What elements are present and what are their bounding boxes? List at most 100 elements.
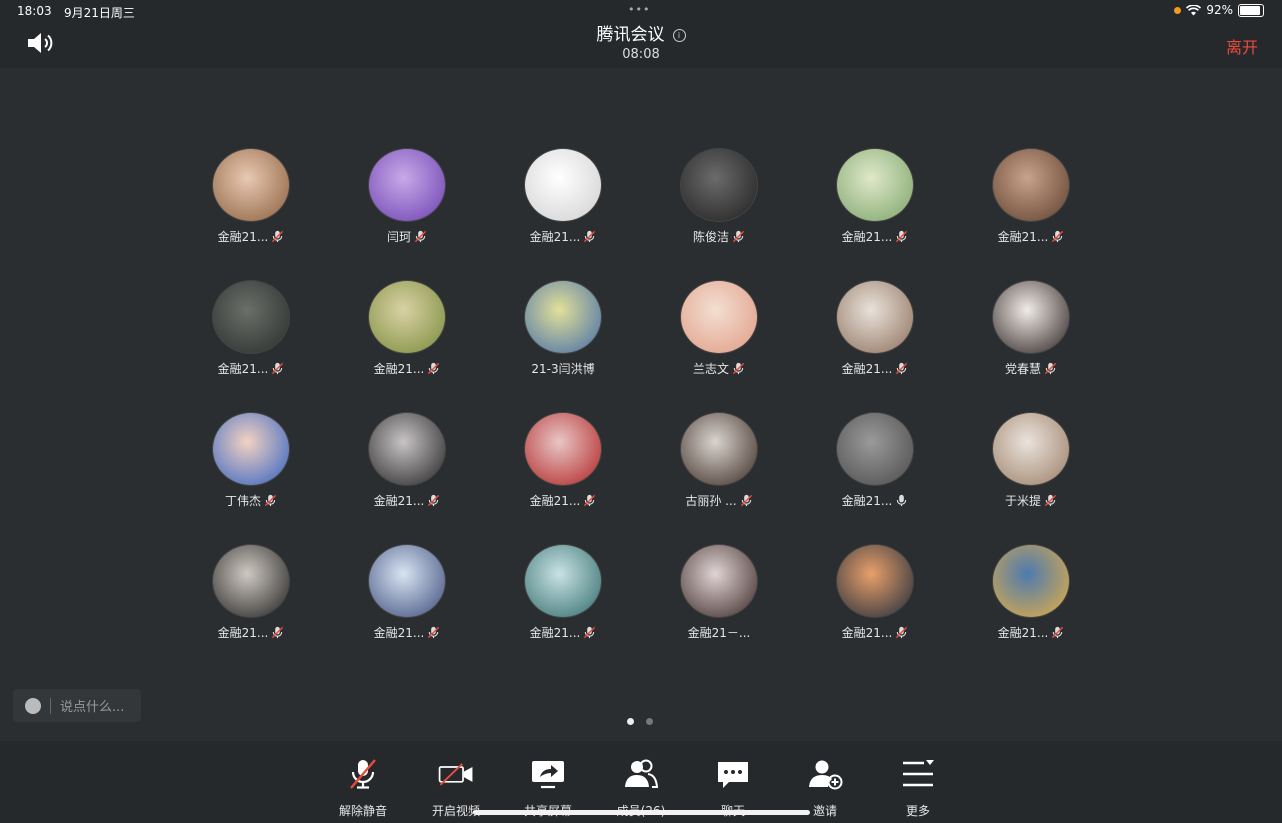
unmute-button[interactable]: 解除静音	[323, 758, 403, 819]
avatar[interactable]	[368, 148, 446, 222]
participant-tile[interactable]: 金融21...	[797, 280, 953, 412]
avatar[interactable]	[524, 412, 602, 486]
invite-label: 邀请	[812, 804, 837, 818]
participant-tile[interactable]: 于米提	[953, 412, 1109, 544]
participant-name-row: 金融21...	[530, 228, 597, 245]
avatar[interactable]	[992, 544, 1070, 618]
page-indicator[interactable]	[627, 718, 653, 725]
avatar[interactable]	[680, 412, 758, 486]
avatar[interactable]	[212, 280, 290, 354]
participant-name: 金融21...	[841, 362, 893, 376]
participant-tile[interactable]: 古丽孙 ...	[641, 412, 797, 544]
mic-muted-icon	[1044, 362, 1057, 375]
participant-tile[interactable]: 金融21...	[953, 544, 1109, 676]
participant-name-row: 金融21...	[218, 360, 285, 377]
participant-name: 金融21...	[373, 362, 425, 376]
avatar[interactable]	[836, 148, 914, 222]
participant-tile[interactable]: 金融21...	[329, 280, 485, 412]
participant-tile[interactable]: 金融21...	[797, 544, 953, 676]
participant-tile[interactable]: 党春慧	[953, 280, 1109, 412]
participant-name: 金融21...	[529, 626, 581, 640]
participant-name-row: 金融21－...	[688, 624, 751, 641]
wifi-icon	[1186, 4, 1202, 15]
participant-name-row: 金融21...	[842, 624, 909, 641]
participant-tile[interactable]: 金融21－...	[641, 544, 797, 676]
participant-tile[interactable]: 金融21...	[173, 148, 329, 280]
members-icon	[623, 758, 659, 794]
multitask-dots[interactable]: •••	[628, 3, 650, 16]
avatar[interactable]	[836, 280, 914, 354]
avatar[interactable]	[368, 280, 446, 354]
participant-name: 古丽孙 ...	[685, 494, 737, 508]
avatar[interactable]	[212, 544, 290, 618]
meeting-timer: 08:08	[622, 47, 660, 62]
video-off-icon	[438, 758, 474, 794]
participant-name-row: 闫珂	[387, 228, 427, 245]
avatar[interactable]	[680, 148, 758, 222]
participant-name: 丁伟杰	[224, 494, 261, 508]
participant-grid: 金融21... 闫珂 金融21... 陈俊洁 金融21... 金融21... 金融21...…	[173, 148, 1109, 676]
more-button[interactable]: 更多	[878, 758, 958, 819]
avatar[interactable]	[992, 148, 1070, 222]
status-bar: 18:03 9月21日周三 ••• 92%	[0, 0, 1282, 22]
participant-name: 金融21...	[841, 626, 893, 640]
participant-name: 金融21...	[217, 362, 269, 376]
mic-muted-icon	[740, 494, 753, 507]
participant-tile[interactable]: 金融21...	[797, 412, 953, 544]
participant-tile[interactable]: 金融21...	[485, 148, 641, 280]
chat-icon	[715, 758, 751, 794]
chat-placeholder: 说点什么...	[60, 700, 125, 715]
participant-tile[interactable]: 金融21...	[485, 544, 641, 676]
participant-tile[interactable]: 丁伟杰	[173, 412, 329, 544]
participant-name: 金融21...	[841, 494, 893, 508]
participant-tile[interactable]: 金融21...	[329, 544, 485, 676]
status-right: 92%	[1174, 3, 1264, 17]
participant-tile[interactable]: 闫珂	[329, 148, 485, 280]
avatar[interactable]	[680, 544, 758, 618]
participant-name-row: 金融21...	[998, 228, 1065, 245]
info-icon[interactable]: i	[672, 29, 686, 42]
participant-tile[interactable]: 陈俊洁	[641, 148, 797, 280]
participant-name-row: 金融21...	[998, 624, 1065, 641]
avatar[interactable]	[524, 280, 602, 354]
mic-muted-icon	[271, 230, 284, 243]
avatar[interactable]	[836, 412, 914, 486]
participant-tile[interactable]: 金融21...	[329, 412, 485, 544]
mic-muted-icon	[1051, 230, 1064, 243]
participant-name: 党春慧	[1004, 362, 1041, 376]
participant-name: 闫珂	[386, 230, 411, 244]
avatar[interactable]	[836, 544, 914, 618]
avatar[interactable]	[992, 412, 1070, 486]
page-dot[interactable]	[627, 718, 634, 725]
mic-icon	[895, 494, 908, 507]
participant-name: 金融21...	[217, 230, 269, 244]
participant-tile[interactable]: 金融21...	[173, 544, 329, 676]
avatar[interactable]	[212, 412, 290, 486]
mic-muted-icon	[264, 494, 277, 507]
participant-name-row: 丁伟杰	[225, 492, 277, 509]
emoji-icon[interactable]	[25, 697, 41, 714]
participant-tile[interactable]: 兰志文	[641, 280, 797, 412]
avatar[interactable]	[368, 544, 446, 618]
participant-tile[interactable]: 金融21...	[953, 148, 1109, 280]
participant-tile[interactable]: 21-3闫洪博	[485, 280, 641, 412]
mic-muted-icon	[427, 626, 440, 639]
avatar[interactable]	[524, 148, 602, 222]
avatar[interactable]	[680, 280, 758, 354]
participant-name-row: 金融21...	[218, 624, 285, 641]
participant-name-row: 21-3闫洪博	[531, 360, 594, 377]
participant-tile[interactable]: 金融21...	[173, 280, 329, 412]
avatar[interactable]	[368, 412, 446, 486]
home-indicator[interactable]	[473, 810, 810, 815]
chat-input[interactable]: 说点什么...	[13, 689, 141, 722]
page-dot[interactable]	[646, 718, 653, 725]
participant-tile[interactable]: 金融21...	[797, 148, 953, 280]
avatar[interactable]	[524, 544, 602, 618]
avatar[interactable]	[212, 148, 290, 222]
leave-button[interactable]: 离开	[1226, 34, 1258, 58]
participant-tile[interactable]: 金融21...	[485, 412, 641, 544]
mic-muted-icon	[414, 230, 427, 243]
avatar[interactable]	[992, 280, 1070, 354]
mic-muted-icon	[271, 626, 284, 639]
participant-name: 于米提	[1004, 494, 1041, 508]
